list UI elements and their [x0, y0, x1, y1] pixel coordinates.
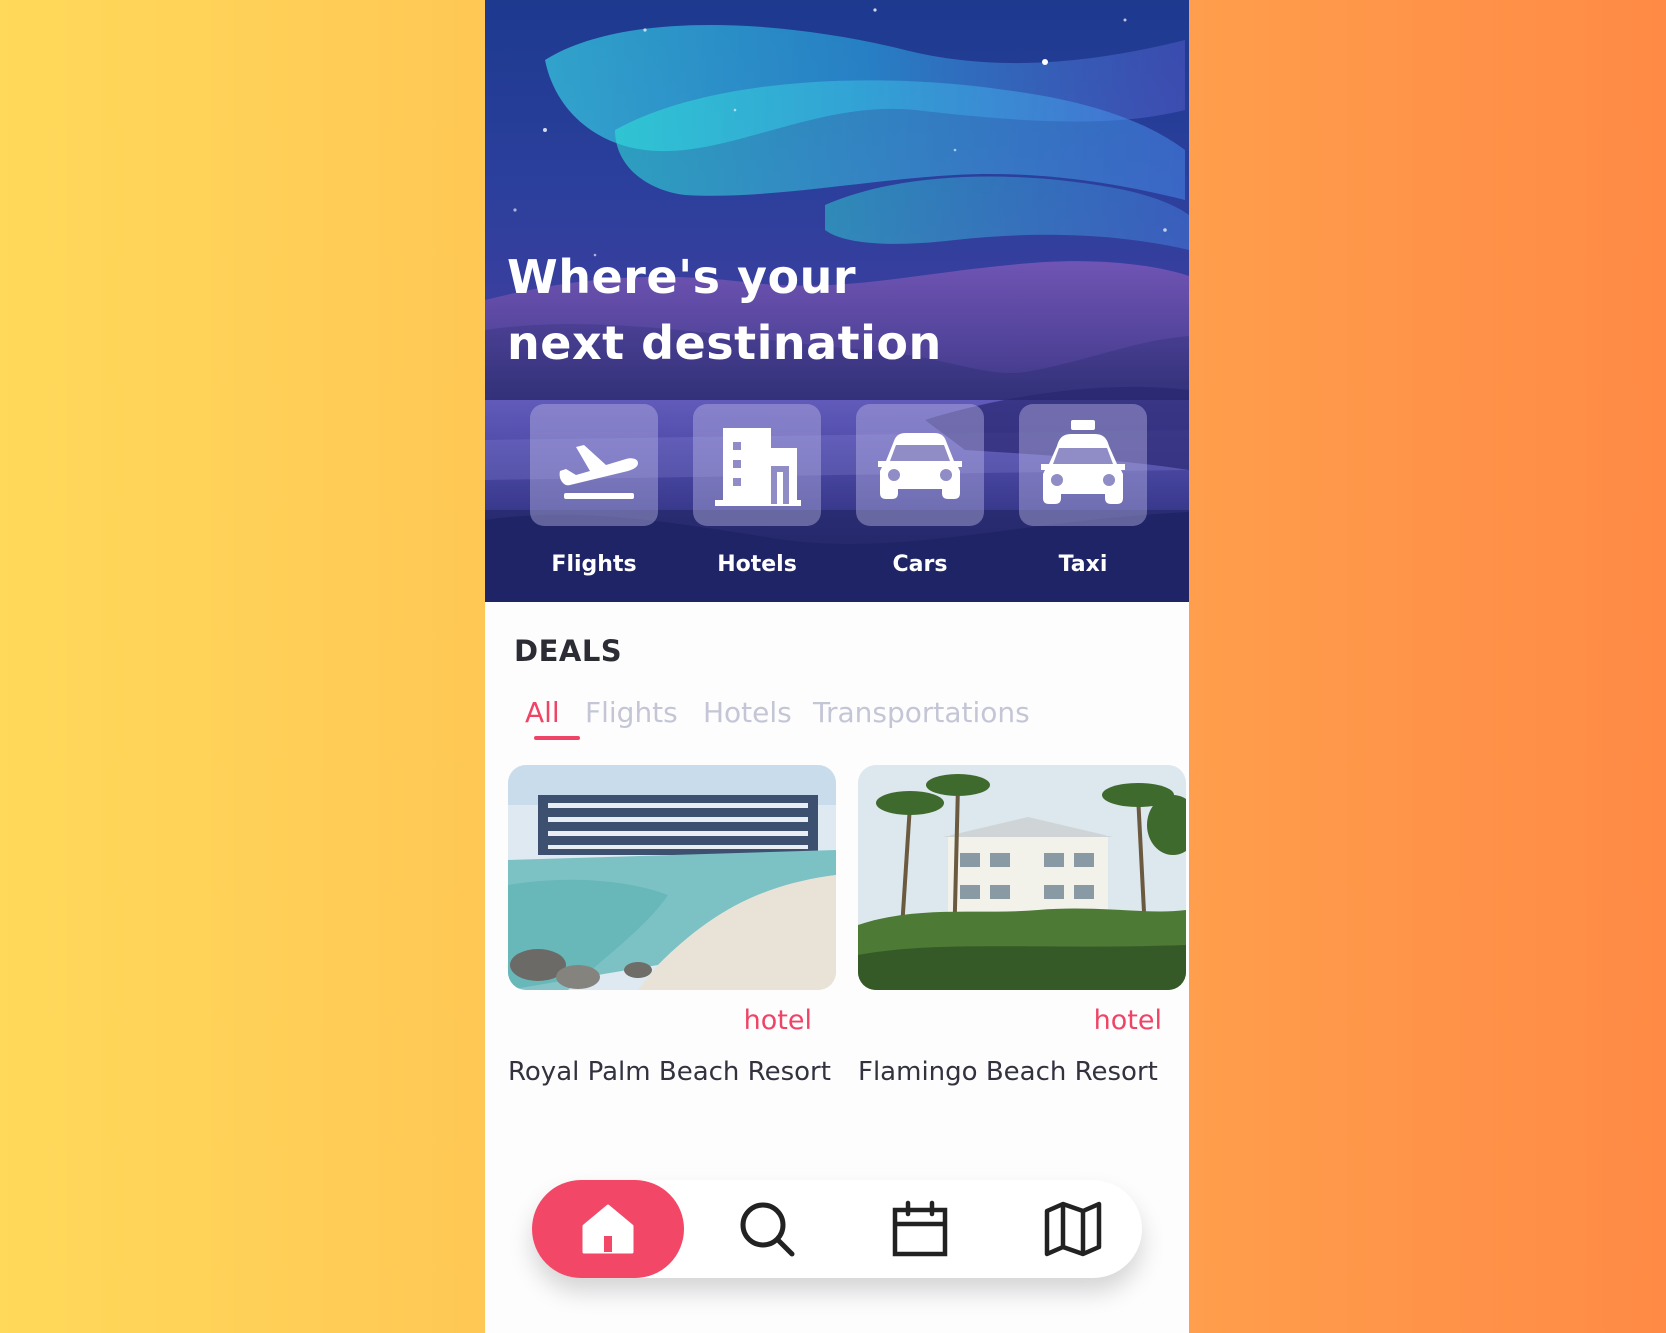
deals-heading: DEALS	[514, 634, 623, 668]
tab-flights[interactable]: Flights	[585, 696, 678, 729]
deal-card[interactable]: hotel Flamingo Beach Resort	[858, 765, 1186, 1087]
deal-name: Royal Palm Beach Resort	[508, 1057, 831, 1087]
category-tile[interactable]	[1019, 404, 1147, 526]
hero-title: Where's your next destination	[507, 244, 1007, 376]
category-cars[interactable]: Cars	[856, 404, 984, 580]
hero-title-line1: Where's your	[507, 250, 857, 304]
taxi-icon	[1041, 420, 1125, 504]
plane-departure-icon	[559, 445, 638, 499]
category-tile[interactable]	[856, 404, 984, 526]
category-label: Flights	[551, 552, 637, 577]
active-tab-indicator	[534, 736, 580, 740]
nav-map[interactable]	[998, 1180, 1148, 1278]
category-tile[interactable]	[530, 404, 658, 526]
home-icon	[582, 1204, 634, 1254]
tab-all[interactable]: All	[525, 696, 560, 729]
map-icon	[1044, 1201, 1102, 1257]
nav-calendar[interactable]	[845, 1180, 995, 1278]
search-icon	[740, 1202, 795, 1257]
app-screen: Where's your next destination Flights Ho…	[485, 0, 1189, 1333]
deal-card-image	[858, 765, 1186, 990]
deal-card-image	[508, 765, 836, 990]
deal-type-label: hotel	[743, 1005, 812, 1036]
deal-card[interactable]: hotel Royal Palm Beach Resort	[508, 765, 836, 1087]
tab-transportations[interactable]: Transportations	[813, 696, 1030, 729]
car-icon	[878, 433, 962, 499]
hero-title-line2: next destination	[507, 316, 942, 370]
bottom-navigation	[532, 1180, 1142, 1278]
tab-hotels[interactable]: Hotels	[703, 696, 792, 729]
category-tile[interactable]	[693, 404, 821, 526]
deal-type-label: hotel	[1093, 1005, 1162, 1036]
deal-name: Flamingo Beach Resort	[858, 1057, 1158, 1087]
nav-home[interactable]	[532, 1180, 684, 1278]
category-hotels[interactable]: Hotels	[693, 404, 821, 580]
building-icon	[715, 428, 801, 506]
hero-banner: Where's your next destination Flights Ho…	[485, 0, 1189, 602]
calendar-icon	[892, 1200, 948, 1257]
category-label: Taxi	[1058, 552, 1108, 577]
category-taxi[interactable]: Taxi	[1019, 404, 1147, 580]
category-label: Cars	[892, 552, 948, 577]
nav-search[interactable]	[692, 1180, 842, 1278]
category-flights[interactable]: Flights	[530, 404, 658, 580]
category-label: Hotels	[717, 552, 797, 577]
